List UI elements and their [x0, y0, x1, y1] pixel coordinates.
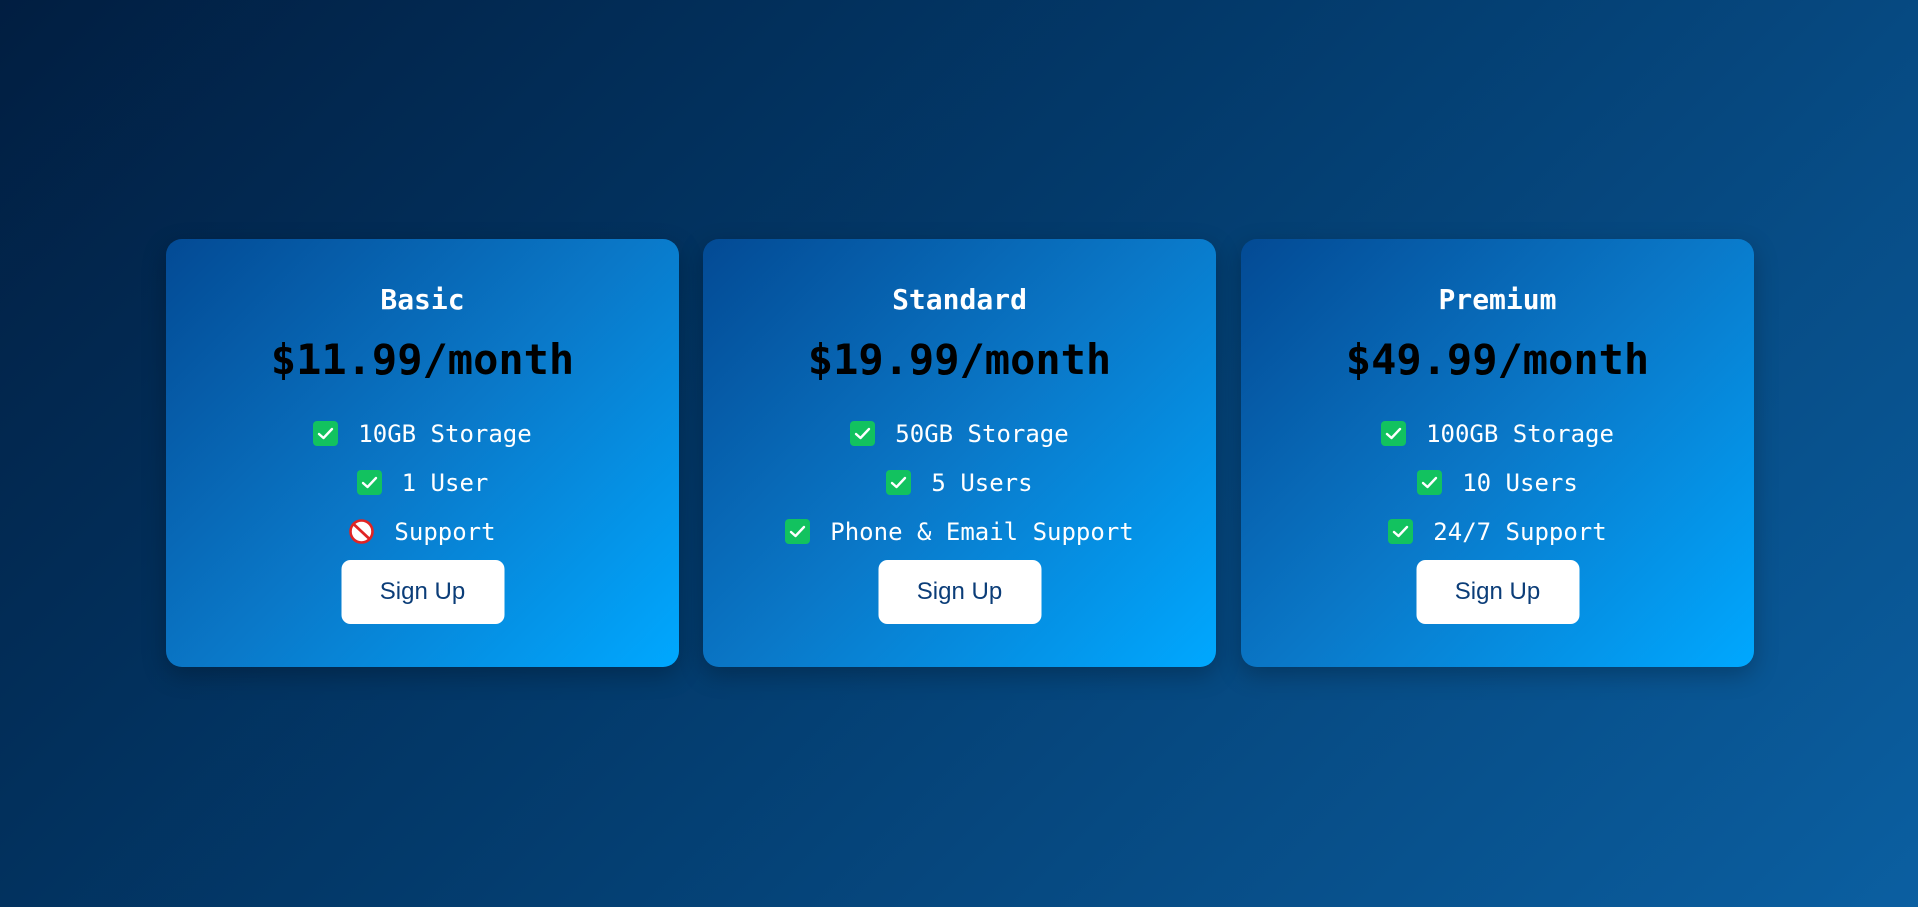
check-icon [850, 421, 876, 446]
feature-list: 50GB Storage 5 Users Phone & Email Suppo… [703, 409, 1216, 556]
feature-item: 10GB Storage [166, 409, 679, 458]
feature-text: 50GB Storage [895, 419, 1069, 448]
feature-item: Support [166, 507, 679, 556]
feature-item: Phone & Email Support [703, 507, 1216, 556]
check-icon [356, 470, 382, 495]
feature-item: 1 User [166, 458, 679, 507]
plan-card-premium: Premium $49.99/month 100GB Storage 10 Us… [1241, 239, 1754, 667]
feature-list: 10GB Storage 1 User Support [166, 409, 679, 556]
plan-price: $11.99/month [270, 335, 575, 384]
feature-text: 100GB Storage [1426, 419, 1614, 448]
plan-price: $49.99/month [1345, 335, 1650, 384]
plan-price: $19.99/month [807, 335, 1112, 384]
check-icon [785, 519, 811, 544]
plan-name: Premium [1438, 283, 1557, 316]
check-icon [1417, 470, 1443, 495]
feature-text: 24/7 Support [1433, 517, 1607, 546]
no-entry-icon [349, 519, 375, 544]
plan-card-basic: Basic $11.99/month 10GB Storage 1 User S… [166, 239, 679, 667]
check-icon [886, 470, 912, 495]
check-icon [1388, 519, 1414, 544]
feature-text: Phone & Email Support [830, 517, 1134, 546]
check-icon [313, 421, 339, 446]
pricing-section: Basic $11.99/month 10GB Storage 1 User S… [0, 0, 1918, 907]
feature-item: 24/7 Support [1241, 507, 1754, 556]
sign-up-button-standard[interactable]: Sign Up [878, 560, 1041, 624]
check-icon [1381, 421, 1407, 446]
feature-item: 50GB Storage [703, 409, 1216, 458]
sign-up-button-basic[interactable]: Sign Up [341, 560, 504, 624]
feature-text: 10GB Storage [358, 419, 532, 448]
feature-item: 5 Users [703, 458, 1216, 507]
plan-name: Basic [380, 283, 465, 316]
feature-text: 5 Users [931, 468, 1033, 497]
feature-list: 100GB Storage 10 Users 24/7 Support [1241, 409, 1754, 556]
feature-text: Support [394, 517, 496, 546]
feature-item: 10 Users [1241, 458, 1754, 507]
feature-text: 10 Users [1462, 468, 1578, 497]
plan-card-standard: Standard $19.99/month 50GB Storage 5 Use… [703, 239, 1216, 667]
sign-up-button-premium[interactable]: Sign Up [1416, 560, 1579, 624]
feature-item: 100GB Storage [1241, 409, 1754, 458]
feature-text: 1 User [401, 468, 489, 497]
plan-name: Standard [892, 283, 1027, 316]
